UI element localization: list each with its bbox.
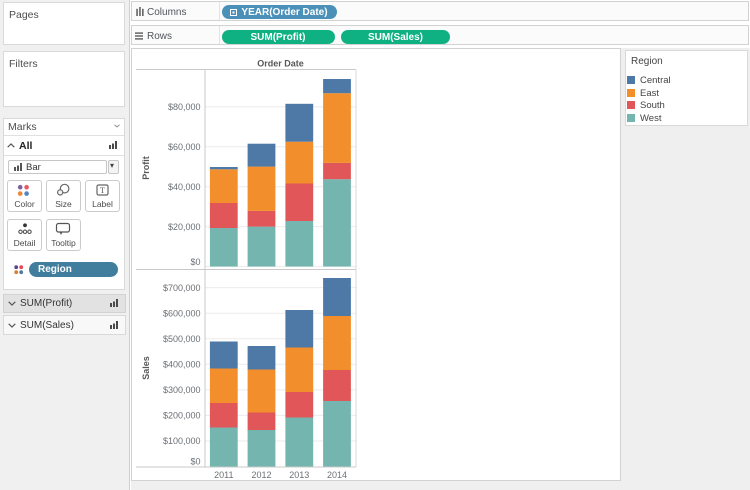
svg-text:$40,000: $40,000 (168, 182, 201, 192)
svg-text:2013: 2013 (289, 470, 309, 480)
svg-text:$700,000: $700,000 (163, 283, 201, 293)
svg-text:$0: $0 (190, 257, 200, 267)
svg-text:$60,000: $60,000 (168, 142, 201, 152)
svg-text:$400,000: $400,000 (163, 360, 201, 370)
svg-text:$100,000: $100,000 (163, 436, 201, 446)
svg-text:$20,000: $20,000 (168, 222, 201, 232)
svg-text:Profit: Profit (141, 156, 151, 180)
svg-text:$600,000: $600,000 (163, 308, 201, 318)
svg-text:Order Date: Order Date (257, 59, 304, 69)
svg-text:2014: 2014 (327, 470, 347, 480)
svg-text:$200,000: $200,000 (163, 411, 201, 421)
svg-text:2012: 2012 (251, 470, 271, 480)
svg-text:Sales: Sales (141, 356, 151, 380)
svg-text:$0: $0 (190, 457, 200, 467)
svg-text:$300,000: $300,000 (163, 385, 201, 395)
svg-text:$500,000: $500,000 (163, 334, 201, 344)
svg-text:$80,000: $80,000 (168, 102, 201, 112)
svg-text:2011: 2011 (214, 470, 233, 480)
